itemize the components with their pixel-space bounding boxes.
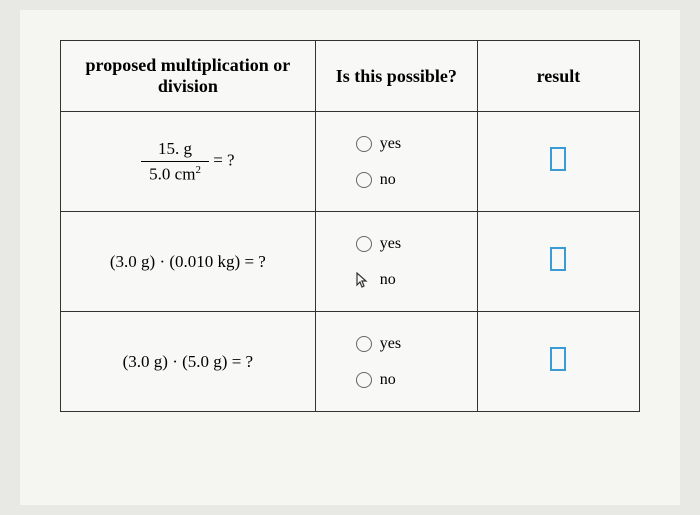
problem-table: proposed multiplication or division Is t… [60,40,640,412]
result-cell-1 [477,112,639,212]
header-possible: Is this possible? [315,41,477,112]
cursor-icon [356,272,370,288]
radio-yes-3[interactable]: yes [356,335,401,353]
radio-icon [356,136,372,152]
result-cell-2 [477,212,639,312]
fraction: 15. g 5.0 cm2 [141,139,209,185]
radio-icon [356,172,372,188]
radio-label-no: no [380,271,396,289]
radio-label-no: no [380,171,396,189]
radio-yes-2[interactable]: yes [356,235,401,253]
result-input-2[interactable] [550,247,566,271]
fraction-denominator: 5.0 cm2 [141,162,209,185]
radio-no-2[interactable]: no [356,271,396,289]
formula-cell-1: 15. g 5.0 cm2 = ? [61,112,316,212]
possible-cell-1: yes no [315,112,477,212]
radio-no-3[interactable]: no [356,371,396,389]
radio-no-1[interactable]: no [356,171,396,189]
radio-label-yes: yes [380,335,401,353]
header-result: result [477,41,639,112]
formula-cell-2: (3.0 g) · (0.010 kg) = ? [61,212,316,312]
radio-yes-1[interactable]: yes [356,135,401,153]
equals-question: = ? [213,150,234,169]
fraction-numerator: 15. g [141,139,209,162]
radio-icon [356,336,372,352]
worksheet-container: proposed multiplication or division Is t… [20,10,680,505]
radio-icon [356,236,372,252]
header-proposed: proposed multiplication or division [61,41,316,112]
possible-cell-2: yes no [315,212,477,312]
table-row: (3.0 g) · (0.010 kg) = ? yes no [61,212,640,312]
possible-cell-3: yes no [315,312,477,412]
result-input-3[interactable] [550,347,566,371]
formula-cell-3: (3.0 g) · (5.0 g) = ? [61,312,316,412]
result-input-1[interactable] [550,147,566,171]
radio-label-no: no [380,371,396,389]
result-cell-3 [477,312,639,412]
radio-label-yes: yes [380,135,401,153]
radio-icon [356,372,372,388]
table-row: (3.0 g) · (5.0 g) = ? yes no [61,312,640,412]
radio-label-yes: yes [380,235,401,253]
table-row: 15. g 5.0 cm2 = ? yes [61,112,640,212]
